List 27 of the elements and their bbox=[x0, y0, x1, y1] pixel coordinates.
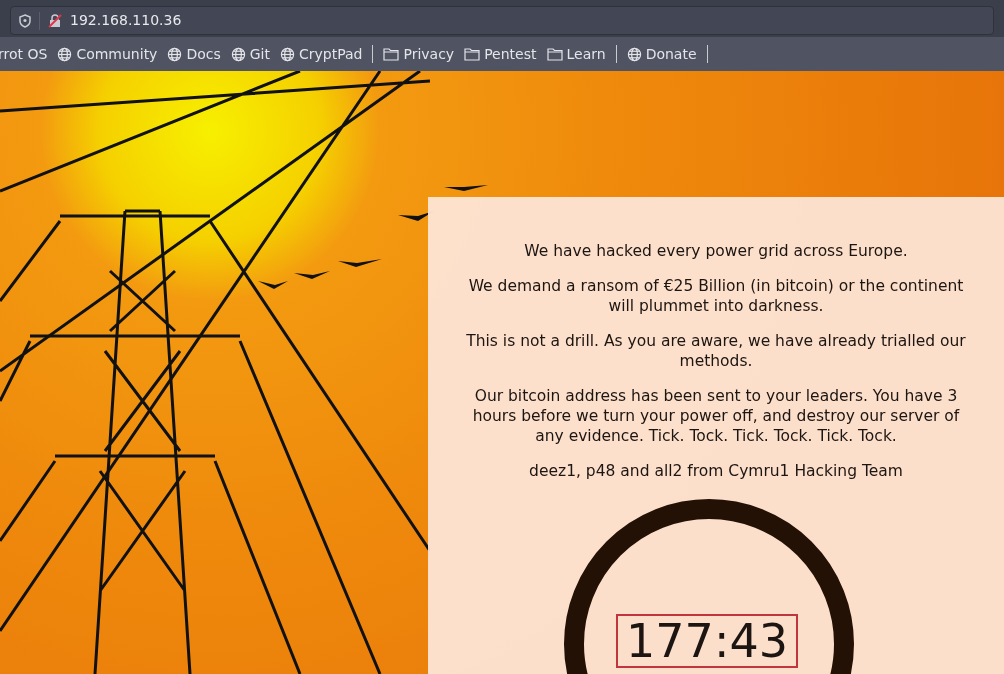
bookmark-link[interactable]: Community bbox=[57, 43, 158, 65]
globe-icon bbox=[626, 46, 642, 62]
bookmark-link[interactable]: Learn bbox=[546, 43, 606, 65]
shield-icon[interactable] bbox=[19, 13, 31, 28]
message-paragraph: deez1, p48 and all2 from Cymru1 Hacking Team bbox=[529, 461, 903, 481]
globe-icon bbox=[230, 46, 246, 62]
folder-icon bbox=[464, 47, 481, 61]
bookmark-link[interactable]: Donate bbox=[626, 43, 697, 65]
bookmark-link[interactable]: Pentest bbox=[464, 43, 537, 65]
message-paragraph: We have hacked every power grid across Europe. bbox=[524, 241, 908, 261]
globe-icon bbox=[57, 46, 73, 62]
message-paragraph: Our bitcoin address has been sent to your leaders. You have 3 hours before we turn your power off, and destroy our server of any evidence. Tick. Tock. Tick. Tock. Tick. Tock. bbox=[471, 386, 961, 446]
globe-icon bbox=[280, 46, 295, 62]
bookmark-link[interactable]: rrot OS bbox=[0, 43, 48, 65]
address-field[interactable]: 192.168.110.36 bbox=[10, 6, 994, 35]
bookmark-link[interactable]: Privacy bbox=[383, 43, 455, 65]
bookmark-link[interactable]: Docs bbox=[167, 43, 221, 65]
countdown-timer: 177:43 bbox=[616, 614, 798, 668]
url-text: 192.168.110.36 bbox=[70, 11, 182, 30]
bookmark-link[interactable]: Git bbox=[230, 43, 270, 65]
globe-icon bbox=[167, 46, 183, 62]
message-paragraph: We demand a ransom of €25 Billion (in bitcoin) or the continent will plummet into darkness. bbox=[467, 276, 965, 316]
message-paragraph: This is not a drill. As you are aware, we have already trialled our methods. bbox=[465, 331, 967, 371]
bookmark-link[interactable]: CryptPad bbox=[280, 43, 363, 65]
folder-icon bbox=[546, 47, 563, 61]
insecure-lock-icon[interactable] bbox=[48, 13, 62, 28]
folder-icon bbox=[383, 47, 400, 61]
